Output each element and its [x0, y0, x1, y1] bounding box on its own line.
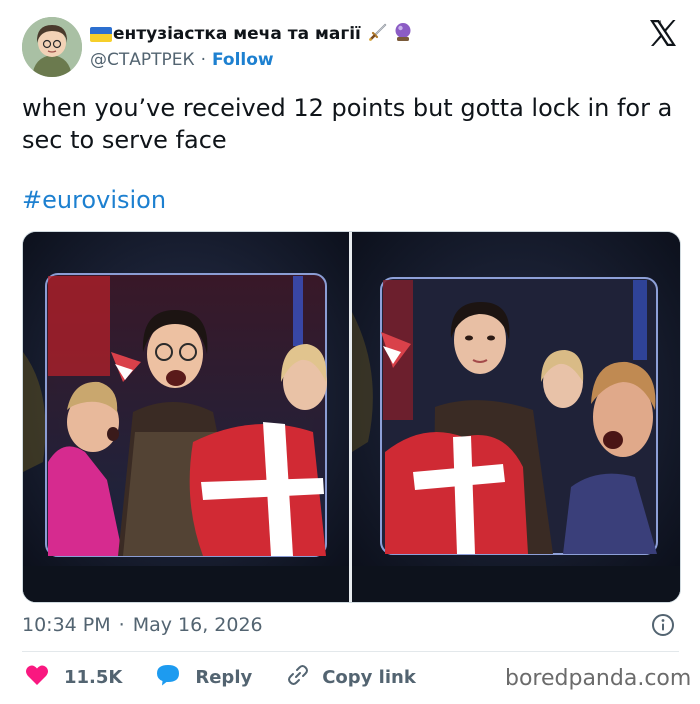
- watermark: boredpanda.com: [505, 666, 692, 691]
- tweet-time[interactable]: 10:34 PM: [22, 614, 111, 636]
- photo-divider: [349, 232, 352, 602]
- left-photo: [23, 232, 349, 602]
- like-button[interactable]: 11.5K: [25, 664, 122, 691]
- display-name-row: ентузіастка меча та магії: [90, 20, 414, 48]
- handle-separator: ·: [200, 50, 206, 70]
- x-logo-icon[interactable]: [648, 18, 678, 48]
- follow-button[interactable]: Follow: [212, 50, 274, 70]
- author-handle[interactable]: @СТАРТРЕК: [90, 50, 195, 70]
- action-bar: 11.5K Reply Copy link: [22, 663, 416, 691]
- tweet-text: when you’ve received 12 points but gotta…: [22, 94, 673, 154]
- dagger-emoji-icon: [367, 21, 389, 47]
- hashtag-link[interactable]: #eurovision: [22, 184, 166, 216]
- timestamp-row: 10:34 PM · May 16, 2026: [22, 611, 263, 639]
- copy-link-label: Copy link: [322, 666, 416, 688]
- action-divider: [22, 651, 679, 652]
- tweet-date[interactable]: May 16, 2026: [133, 614, 263, 636]
- time-separator: ·: [118, 614, 125, 636]
- handle-row: @СТАРТРЕК · Follow: [90, 48, 274, 72]
- avatar[interactable]: [22, 17, 82, 77]
- reply-bubble-icon: [156, 664, 180, 691]
- ukraine-flag-icon: [90, 26, 112, 42]
- like-count: 11.5K: [64, 666, 123, 688]
- right-photo: [352, 232, 680, 602]
- tweet-header: ентузіастка меча та магії @СТАРТРЕК · Fo…: [0, 0, 700, 90]
- display-name[interactable]: ентузіастка меча та магії: [113, 24, 361, 44]
- info-icon[interactable]: [651, 613, 675, 637]
- crystal-ball-emoji-icon: [392, 21, 414, 47]
- heart-icon: [25, 664, 49, 691]
- link-icon: [286, 663, 310, 692]
- copy-link-button[interactable]: Copy link: [286, 663, 416, 692]
- tweet-media[interactable]: [22, 231, 681, 603]
- reply-button[interactable]: Reply: [156, 664, 252, 691]
- reply-label: Reply: [195, 666, 253, 688]
